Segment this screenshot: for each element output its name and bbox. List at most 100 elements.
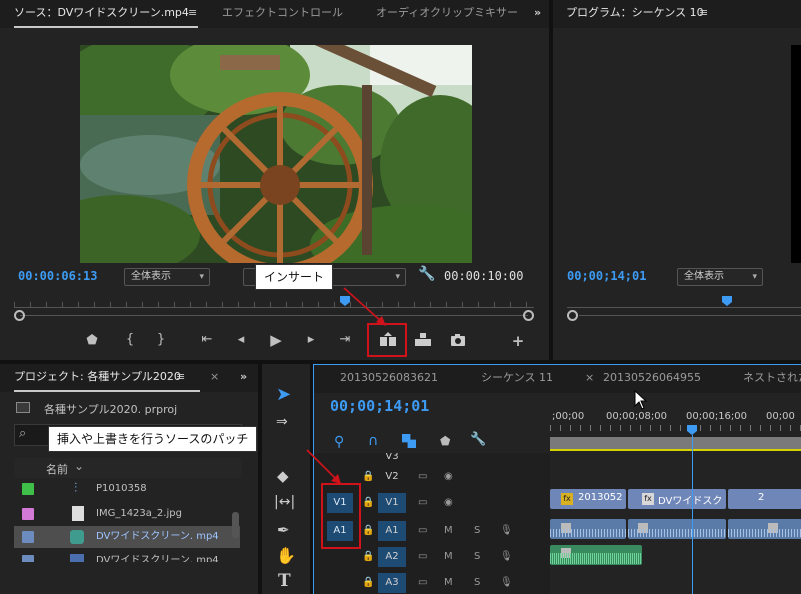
tab-source[interactable]: ソース：DVワイドスクリーン.mp4 [14, 0, 189, 28]
close-icon[interactable]: × [585, 365, 594, 393]
list-item-selected[interactable]: DVワイドスクリーン. mp4 [14, 526, 240, 548]
type-tool-icon[interactable]: T [278, 571, 291, 591]
overwrite-icon[interactable] [414, 331, 432, 349]
label-color-swatch[interactable] [22, 531, 34, 543]
mark-in-icon[interactable]: { [121, 331, 139, 349]
project-scrollbar[interactable] [232, 512, 239, 538]
go-to-in-icon[interactable]: ⇤ [198, 331, 216, 349]
work-area-bar[interactable] [550, 437, 801, 449]
list-item[interactable]: IMG_1423a_2.jpg [14, 503, 240, 525]
track-label[interactable]: V2 [378, 467, 406, 487]
wrench-icon[interactable]: 🔧 [418, 266, 435, 282]
go-to-out-icon[interactable]: ⇥ [336, 331, 354, 349]
solo-button[interactable]: S [474, 573, 480, 593]
list-item[interactable]: DVワイドスクリーン. mp4 [14, 550, 240, 562]
sync-lock-icon[interactable]: ▭ [418, 573, 427, 593]
export-frame-icon[interactable] [449, 331, 467, 349]
zoom-handle-right[interactable] [523, 310, 534, 321]
zoom-handle-left[interactable] [14, 310, 25, 321]
audio-clip[interactable] [628, 519, 726, 539]
column-name-label: 名前 [46, 463, 68, 476]
track-label[interactable]: A1 [378, 521, 406, 541]
sync-lock-icon[interactable]: ▭ [418, 547, 427, 567]
sync-lock-icon[interactable]: ▭ [418, 467, 427, 487]
overflow-icon[interactable]: » [534, 0, 541, 28]
add-button-icon[interactable]: + [509, 332, 527, 350]
magnet-icon[interactable]: ∩ [368, 433, 378, 449]
eye-icon[interactable]: ◉ [444, 493, 453, 513]
linked-selection-icon[interactable] [402, 434, 416, 448]
audio-clip[interactable] [550, 545, 642, 565]
track-label[interactable]: A2 [378, 547, 406, 567]
video-clip[interactable]: fx 2013052 [550, 489, 626, 509]
add-marker-icon[interactable]: ⬟ [440, 434, 450, 448]
track-label[interactable]: A3 [378, 573, 406, 593]
microphone-icon[interactable]: 🎙 [500, 573, 513, 593]
timeline-current-timecode[interactable]: 00;00;14;01 [330, 397, 429, 415]
list-item[interactable]: ⫶ P1010358 [14, 478, 240, 500]
sync-lock-icon[interactable]: ▭ [418, 521, 427, 541]
overflow-icon[interactable]: » [240, 364, 247, 392]
lock-icon[interactable]: 🔒 [362, 521, 374, 541]
marker-icon[interactable]: ⬟ [83, 332, 101, 350]
audio-clip[interactable] [550, 519, 626, 539]
eye-icon[interactable]: ◉ [444, 467, 453, 487]
mark-out-icon[interactable]: } [152, 331, 170, 349]
label-color-swatch[interactable] [22, 508, 34, 520]
microphone-icon[interactable]: 🎙 [500, 547, 513, 567]
tab-effect-controls[interactable]: エフェクトコントロール [222, 0, 343, 28]
pen-tool-icon[interactable]: ✒ [277, 521, 290, 539]
track-content: fx 2013052 fx DVワイドスク 2 [550, 453, 801, 594]
tab-nested[interactable]: ネストされた [743, 365, 801, 393]
microphone-icon[interactable]: 🎙 [500, 521, 513, 541]
slip-tool-icon[interactable]: |↔| [274, 494, 295, 510]
video-clip[interactable]: fx DVワイドスク [628, 489, 726, 509]
timeline-ruler[interactable]: ;00;00 00;00;08;00 00;00;16;00 00;00 [550, 395, 801, 451]
tab-project[interactable]: プロジェクト: 各種サンプル2020 [14, 364, 181, 392]
selection-tool-icon[interactable]: ➤ [276, 384, 291, 405]
column-header[interactable]: 名前 ⌄ [14, 458, 242, 478]
tab-sequence[interactable]: 20130526064955 [603, 365, 701, 393]
source-time-ruler[interactable] [14, 294, 534, 308]
tab-sequence[interactable]: シーケンス 11 [481, 365, 553, 393]
solo-button[interactable]: S [474, 521, 480, 541]
program-current-timecode[interactable]: 00;00;14;01 [567, 269, 646, 283]
lock-icon[interactable]: 🔒 [362, 493, 374, 513]
tab-sequence[interactable]: 20130526083621 [340, 365, 438, 393]
source-current-timecode[interactable]: 00:00:06:13 [18, 269, 97, 283]
source-zoom-bar[interactable] [14, 310, 534, 322]
lock-icon[interactable]: 🔒 [362, 573, 374, 593]
track-label[interactable]: V1 [378, 493, 406, 513]
label-color-swatch[interactable] [22, 555, 34, 562]
razor-tool-icon[interactable]: ◆ [277, 467, 289, 485]
tab-menu-icon[interactable]: ≡ [176, 364, 185, 392]
track-label[interactable]: V3 [378, 453, 406, 467]
tab-audio-clip-mixer[interactable]: オーディオクリップミキサー [376, 0, 518, 28]
solo-button[interactable]: S [474, 547, 480, 567]
audio-clip[interactable] [728, 519, 801, 539]
close-icon[interactable]: × [210, 364, 219, 392]
label-color-swatch[interactable] [22, 483, 34, 495]
mute-button[interactable]: M [444, 521, 453, 541]
mute-button[interactable]: M [444, 573, 453, 593]
sync-lock-icon[interactable]: ▭ [418, 493, 427, 513]
play-icon[interactable]: ▶ [267, 331, 285, 349]
track-select-tool-icon[interactable]: ⇒ [276, 414, 288, 430]
step-back-icon[interactable]: ◂ [232, 331, 250, 349]
active-tab-underline [14, 26, 198, 28]
hand-tool-icon[interactable]: ✋ [276, 546, 296, 565]
step-forward-icon[interactable]: ▸ [302, 331, 320, 349]
mute-button[interactable]: M [444, 547, 453, 567]
lock-icon[interactable]: 🔒 [362, 547, 374, 567]
program-zoom-handle[interactable] [567, 310, 578, 321]
project-panel: プロジェクト: 各種サンプル2020 ≡ × » 各種サンプル2020. prp… [0, 364, 258, 594]
source-zoom-dropdown[interactable]: 全体表示 ▾ [124, 268, 210, 286]
program-time-ruler[interactable] [567, 294, 801, 308]
tab-menu-icon[interactable]: ≡ [699, 0, 708, 28]
video-clip[interactable]: 2 [728, 489, 801, 509]
lock-icon[interactable]: 🔒 [362, 467, 374, 487]
wrench-icon[interactable]: 🔧 [470, 432, 486, 447]
tab-program[interactable]: プログラム：シーケンス 10 [566, 0, 704, 28]
tab-menu-icon[interactable]: ≡ [188, 0, 197, 28]
program-zoom-dropdown[interactable]: 全体表示 ▾ [677, 268, 763, 286]
